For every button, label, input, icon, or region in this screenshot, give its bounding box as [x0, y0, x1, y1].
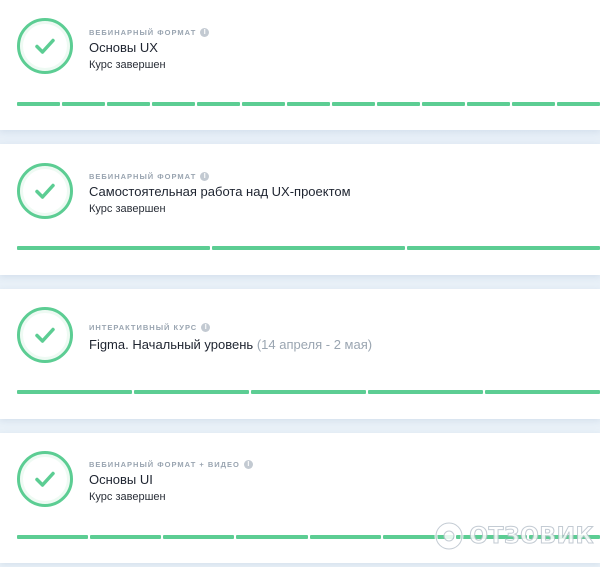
- check-icon: [35, 327, 55, 343]
- progress-segment: [557, 102, 600, 106]
- course-format-label: Вебинарный формат: [89, 172, 197, 181]
- check-icon: [35, 38, 55, 54]
- course-complete-badge: [17, 163, 73, 219]
- course-complete-badge: [17, 307, 73, 363]
- info-icon[interactable]: i: [243, 460, 253, 469]
- progress-segment: [152, 102, 195, 106]
- course-status: Курс завершен: [89, 59, 166, 71]
- progress-segment: [212, 246, 405, 250]
- course-progress-bar: [17, 390, 600, 394]
- watermark-icon: [434, 521, 464, 551]
- course-title-text: Самостоятельная работа над UX-проектом: [89, 184, 351, 199]
- progress-segment: [17, 102, 60, 106]
- course-complete-badge: [17, 451, 73, 507]
- course-title-text: Figma. Начальный уровень: [89, 337, 254, 352]
- info-icon[interactable]: i: [200, 28, 210, 37]
- progress-segment: [309, 535, 381, 539]
- course-title-text: Основы UI: [89, 472, 153, 487]
- progress-segment: [17, 246, 210, 250]
- progress-segment: [90, 535, 162, 539]
- progress-segment: [368, 390, 483, 394]
- progress-segment: [407, 246, 600, 250]
- progress-segment: [197, 102, 240, 106]
- course-format: Интерактивный курс i: [89, 323, 211, 332]
- info-icon[interactable]: i: [201, 323, 211, 332]
- progress-segment: [485, 390, 600, 394]
- progress-segment: [242, 102, 285, 106]
- progress-segment: [251, 390, 366, 394]
- info-icon[interactable]: i: [200, 172, 210, 181]
- progress-segment: [62, 102, 105, 106]
- progress-segment: [163, 535, 235, 539]
- check-icon: [35, 183, 55, 199]
- progress-segment: [422, 102, 465, 106]
- progress-segment: [134, 390, 249, 394]
- progress-segment: [287, 102, 330, 106]
- course-status: Курс завершен: [89, 203, 166, 215]
- course-format: Вебинарный формат + видео i: [89, 460, 253, 469]
- progress-segment: [332, 102, 375, 106]
- course-dates: (14 апреля - 2 мая): [256, 337, 373, 352]
- course-format-label: Интерактивный курс: [89, 323, 198, 332]
- progress-segment: [107, 102, 150, 106]
- course-card[interactable]: Вебинарный формат i Самостоятельная рабо…: [0, 144, 600, 275]
- course-complete-badge: [17, 18, 73, 74]
- course-progress-bar: [17, 246, 600, 250]
- watermark-logo: ОТЗОВИК: [433, 520, 594, 552]
- course-title-text: Основы UX: [89, 40, 158, 55]
- course-format-label: Вебинарный формат: [89, 28, 197, 37]
- course-format-label: Вебинарный формат + видео: [89, 460, 240, 469]
- course-format: Вебинарный формат i: [89, 28, 210, 37]
- progress-segment: [377, 102, 420, 106]
- course-card[interactable]: Вебинарный формат i Основы UX Курс завер…: [0, 0, 600, 130]
- course-title[interactable]: Основы UX: [89, 40, 158, 55]
- progress-segment: [236, 535, 308, 539]
- course-status: Курс завершен: [89, 491, 166, 503]
- course-card[interactable]: Интерактивный курс i Figma. Начальный ур…: [0, 289, 600, 419]
- check-icon: [35, 471, 55, 487]
- watermark-text: ОТЗОВИК: [469, 523, 594, 549]
- course-progress-bar: [17, 102, 600, 106]
- progress-segment: [17, 390, 132, 394]
- course-title[interactable]: Самостоятельная работа над UX-проектом: [89, 184, 351, 199]
- progress-segment: [467, 102, 510, 106]
- course-title[interactable]: Основы UI: [89, 472, 153, 487]
- course-title[interactable]: Figma. Начальный уровень (14 апреля - 2 …: [89, 337, 372, 352]
- progress-segment: [512, 102, 555, 106]
- course-format: Вебинарный формат i: [89, 172, 210, 181]
- progress-segment: [17, 535, 89, 539]
